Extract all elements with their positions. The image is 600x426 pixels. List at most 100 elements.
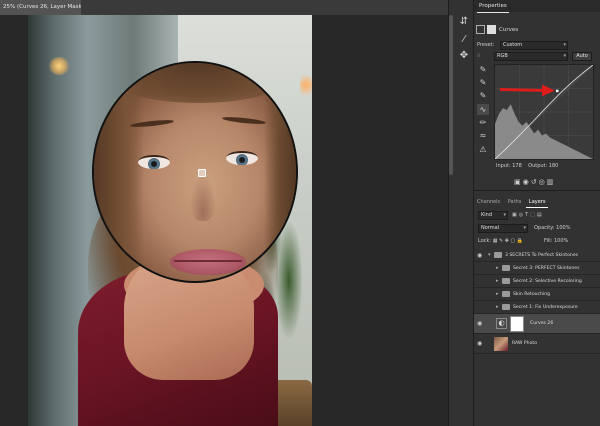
- fill-label: Fill:: [544, 238, 553, 244]
- view-previous-icon[interactable]: ◉: [523, 178, 531, 186]
- layer-name: Secret 2: Selective Recoloring: [513, 279, 582, 284]
- red-arrow-annotation: [499, 84, 555, 97]
- channel-dropdown[interactable]: RGB: [494, 52, 568, 61]
- curves-icon[interactable]: [476, 25, 485, 34]
- layer-row[interactable]: ◉ ▾ 3 SECRETS To Perfect Skintones: [474, 249, 600, 262]
- output-value[interactable]: 180: [549, 163, 559, 169]
- adjust-icon[interactable]: ⇵: [458, 16, 470, 28]
- preset-label: Preset:: [477, 42, 495, 48]
- black-eyedropper-icon[interactable]: ✎: [477, 64, 489, 75]
- magnified-hair: [94, 63, 144, 281]
- layer-filter-dropdown[interactable]: Kind: [478, 211, 508, 220]
- layer-name: Curves 26: [530, 321, 554, 326]
- reset-icon[interactable]: ↺: [531, 178, 539, 186]
- layer-name: 3 SECRETS To Perfect Skintones: [505, 253, 579, 258]
- layer-mask-icon[interactable]: [487, 25, 496, 34]
- mouse-cursor-icon: [198, 169, 206, 177]
- gray-eyedropper-icon[interactable]: ✎: [477, 77, 489, 88]
- preset-dropdown[interactable]: Custom: [500, 41, 568, 50]
- properties-bottom-icons: ▣◉↺◎▥: [514, 178, 555, 188]
- eye-icon[interactable]: ◉: [477, 320, 484, 327]
- face-magnifier-circle: [92, 61, 298, 283]
- point-curve-icon[interactable]: ∿: [477, 104, 489, 115]
- adjustment-title-row: Curves: [476, 24, 518, 36]
- lips: [170, 249, 246, 275]
- channel-hand-icon[interactable]: ☝: [477, 53, 480, 59]
- curve-tool-column: ✎ ✎ ✎ ∿ ✏ ≈ ⚠: [476, 64, 490, 160]
- input-value[interactable]: 178: [512, 163, 522, 169]
- chevron-right-icon[interactable]: ▸: [496, 275, 499, 288]
- canvas-area[interactable]: [0, 15, 448, 426]
- layer-row[interactable]: ▸ Skin Retouching: [474, 288, 600, 301]
- adjustment-name: Curves: [499, 27, 519, 33]
- right-eye: [226, 151, 258, 165]
- photo-bokeh-light: [48, 57, 70, 75]
- output-label: Output:: [528, 163, 548, 169]
- chevron-right-icon[interactable]: ▸: [496, 301, 499, 314]
- blend-mode-dropdown[interactable]: Normal: [478, 224, 528, 233]
- visibility-icon[interactable]: ◎: [539, 178, 547, 186]
- layer-name: Secret 3: PERFECT Skintones: [513, 266, 580, 271]
- lip-line: [174, 260, 242, 262]
- folder-icon: [502, 291, 510, 297]
- chevron-right-icon[interactable]: ▸: [496, 262, 499, 275]
- left-eye: [138, 155, 170, 169]
- pencil-icon[interactable]: ✏: [477, 117, 489, 128]
- opacity-control[interactable]: Opacity: 100%: [534, 224, 570, 233]
- fill-control[interactable]: Fill: 100%: [544, 237, 568, 246]
- layer-row[interactable]: ▸ Secret 1: Fix Underexposure: [474, 301, 600, 314]
- layer-row[interactable]: ▸ Secret 2: Selective Recoloring: [474, 275, 600, 288]
- opacity-value[interactable]: 100%: [556, 225, 570, 231]
- magnified-hair: [264, 63, 296, 281]
- tab-channels[interactable]: Channels: [474, 197, 503, 207]
- chevron-down-icon[interactable]: ▾: [488, 249, 491, 262]
- eye-icon[interactable]: ◉: [477, 252, 484, 259]
- photo-thumbnail: [494, 337, 508, 351]
- properties-tab[interactable]: Properties: [477, 0, 509, 13]
- auto-button[interactable]: Auto: [572, 52, 592, 61]
- filter-icons[interactable]: ▣◎T⬚▤: [512, 211, 544, 220]
- smooth-icon[interactable]: ≈: [477, 130, 489, 141]
- photo-canvas[interactable]: [28, 15, 312, 426]
- tab-layers[interactable]: Layers: [525, 197, 549, 208]
- layers-panel: Channels Paths Layers Kind ▣◎T⬚▤ Normal …: [474, 190, 600, 426]
- white-eyedropper-icon[interactable]: ✎: [477, 90, 489, 101]
- input-output-row: Input: 178 Output: 180: [496, 163, 596, 173]
- input-label: Input:: [496, 163, 511, 169]
- clipping-warning-icon[interactable]: ⚠: [477, 144, 489, 155]
- nose: [190, 173, 216, 221]
- lock-icons[interactable]: ▦ ✎ ✥ ▢ 🔒: [493, 238, 523, 244]
- brush-icon[interactable]: ⁄: [458, 34, 470, 46]
- eye-icon[interactable]: ◉: [477, 340, 484, 347]
- layer-row-selected[interactable]: ◉ ◐ Curves 26: [474, 314, 600, 334]
- layers-panel-tabs: Channels Paths Layers: [474, 197, 600, 208]
- chevron-right-icon[interactable]: ▸: [496, 288, 499, 301]
- layer-mask-thumbnail[interactable]: [510, 316, 524, 332]
- opacity-label: Opacity:: [534, 225, 555, 231]
- properties-panel-header: Properties: [474, 0, 600, 13]
- trash-icon[interactable]: ▥: [547, 178, 556, 186]
- layer-row[interactable]: ▸ Secret 3: PERFECT Skintones: [474, 262, 600, 275]
- clip-to-layer-icon[interactable]: ▣: [514, 178, 523, 186]
- lock-row: Lock: ▦ ✎ ✥ ▢ 🔒: [478, 237, 523, 246]
- layer-name: Secret 1: Fix Underexposure: [513, 305, 578, 310]
- panel-icon-strip: ⇵ ⁄ ✥: [454, 0, 474, 426]
- layer-row[interactable]: ◉ RAW Photo: [474, 334, 600, 354]
- document-tab[interactable]: 25% (Curves 26, Layer Mask/8) *: [0, 0, 82, 15]
- curves-graph[interactable]: [494, 64, 594, 160]
- photo-bokeh-light: [300, 70, 312, 100]
- curves-thumbnail-icon: ◐: [496, 318, 507, 329]
- properties-panel: Properties Curves Preset: Custom ☝ RGB A…: [474, 0, 600, 190]
- tab-paths[interactable]: Paths: [505, 197, 525, 207]
- folder-icon: [494, 252, 502, 258]
- fill-value[interactable]: 100%: [554, 238, 568, 244]
- transform-icon[interactable]: ✥: [458, 50, 470, 62]
- folder-icon: [502, 265, 510, 271]
- lock-label: Lock:: [478, 238, 492, 244]
- curve-control-point[interactable]: [555, 89, 559, 93]
- folder-icon: [502, 278, 510, 284]
- layer-name: RAW Photo: [512, 341, 538, 346]
- right-eyebrow: [221, 115, 267, 126]
- canvas-scrollbar[interactable]: [449, 15, 453, 175]
- folder-icon: [502, 304, 510, 310]
